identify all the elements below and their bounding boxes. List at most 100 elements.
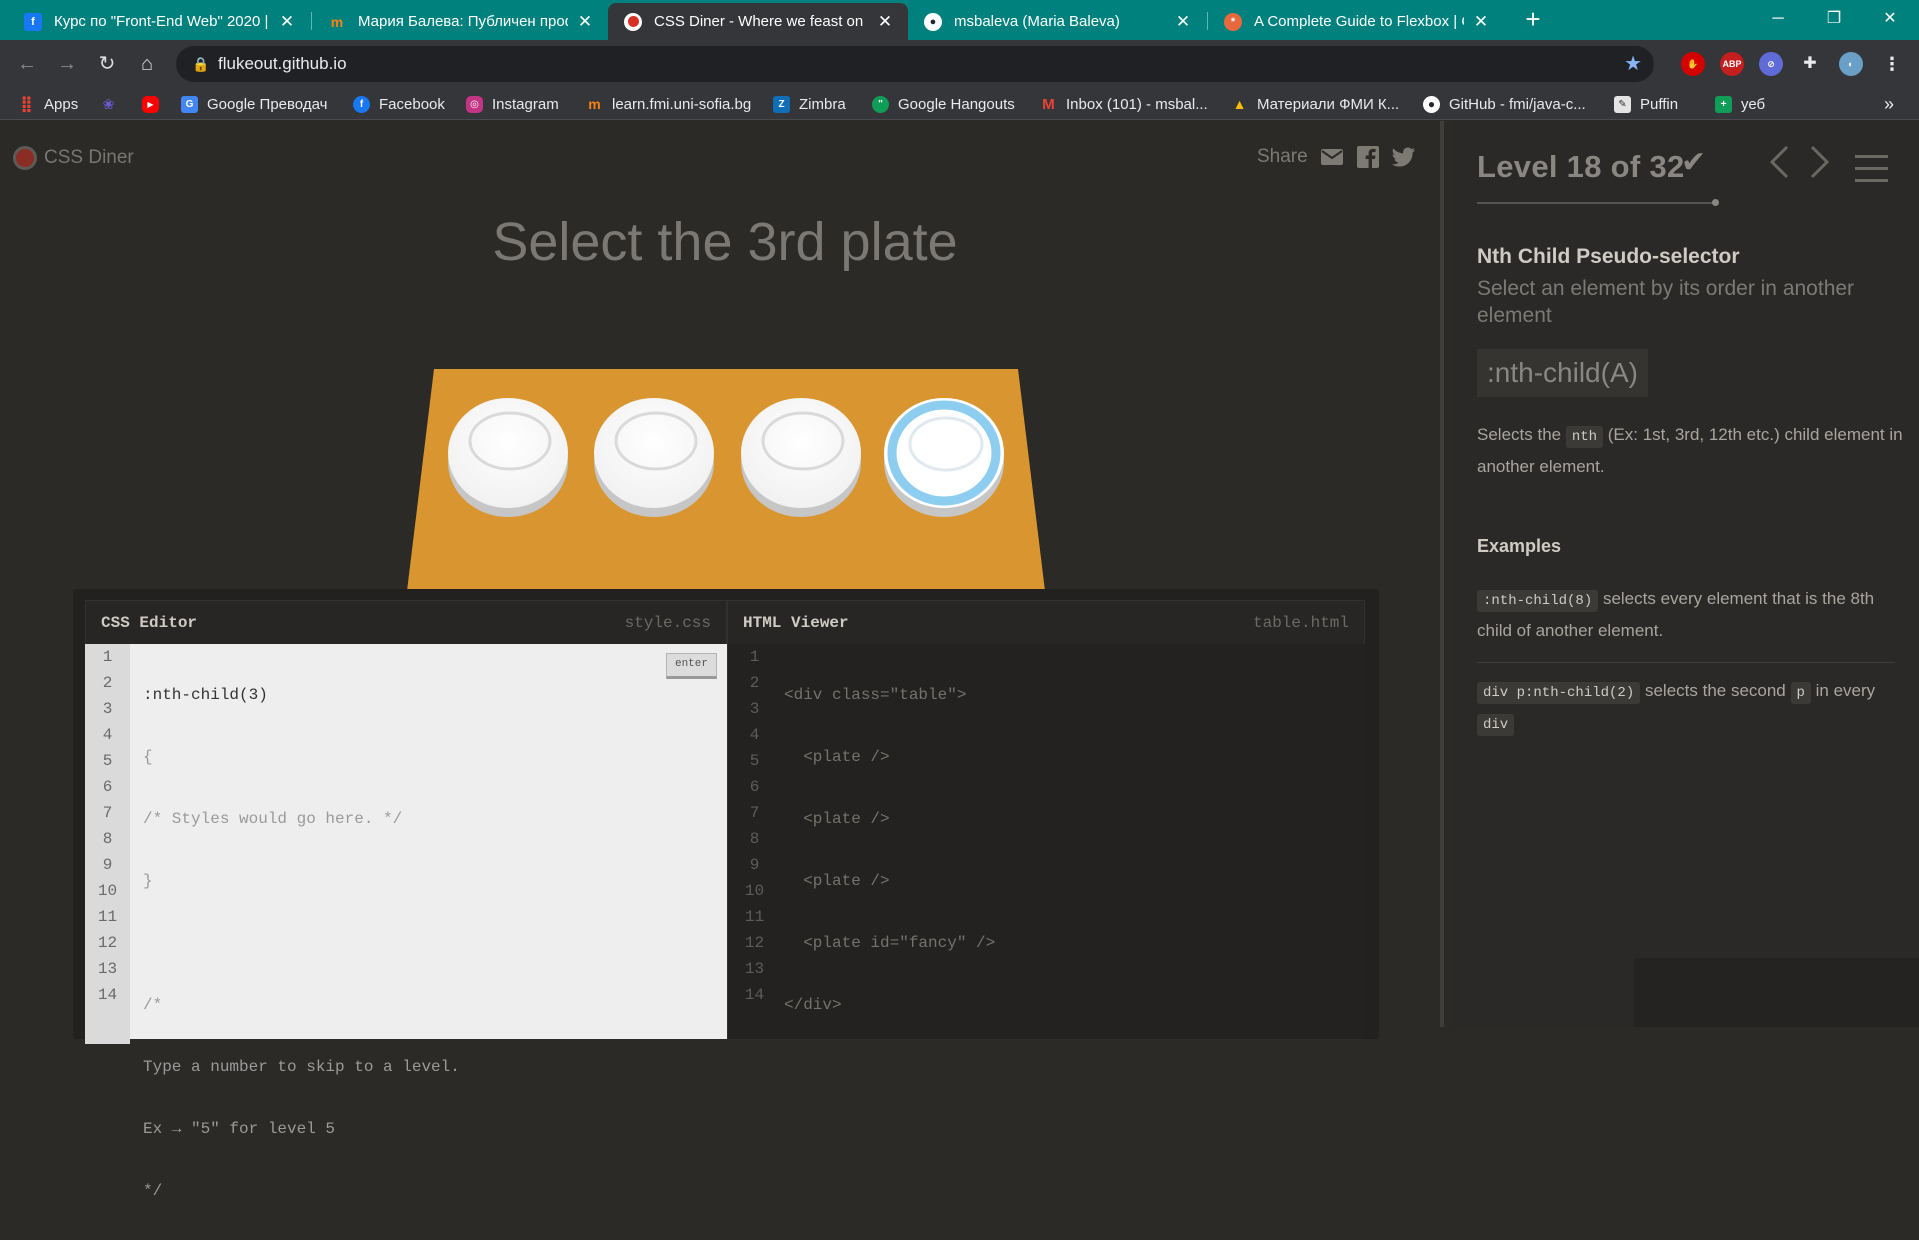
- forward-icon[interactable]: →: [52, 49, 82, 79]
- bookmark-google-translate[interactable]: G Google Преводач: [181, 88, 327, 120]
- bookmark-label: Материали ФМИ К...: [1257, 95, 1400, 113]
- selector-description: Selects the nth (Ex: 1st, 3rd, 12th etc.…: [1477, 425, 1903, 476]
- example-2: div p:nth-child(2) selects the second p …: [1477, 676, 1907, 740]
- css-diner-logo[interactable]: CSS Diner: [13, 146, 134, 170]
- bookmark-inbox[interactable]: M Inbox (101) - msbal...: [1040, 88, 1208, 120]
- bookmark-instagram[interactable]: ◎ Instagram: [466, 88, 559, 120]
- puffin-icon: ✎: [1614, 95, 1631, 113]
- browser-tab-3-active[interactable]: CSS Diner - Where we feast on C ✕: [608, 3, 908, 40]
- css-file-name: style.css: [624, 614, 711, 632]
- bookmark-hangouts[interactable]: " Google Hangouts: [872, 88, 1015, 120]
- close-icon[interactable]: ✕: [576, 12, 594, 32]
- examples-heading: Examples: [1477, 536, 1562, 556]
- css-editor-title: CSS Editor: [101, 614, 198, 632]
- zimbra-icon: Z: [773, 95, 790, 113]
- bookmark-web[interactable]: + уеб: [1715, 88, 1765, 120]
- google-drive-icon: ▲: [1232, 96, 1247, 112]
- close-icon[interactable]: ✕: [1174, 12, 1192, 32]
- bookmark-zimbra[interactable]: Z Zimbra: [773, 88, 846, 120]
- restore-button[interactable]: ❐: [1806, 0, 1862, 40]
- browser-tab-2[interactable]: m Мария Балева: Публичен проф ✕: [312, 3, 608, 40]
- css-diner-logo-icon: [13, 146, 37, 170]
- profile-avatar[interactable]: ◐: [1839, 52, 1863, 76]
- html-line[interactable]: </div>: [784, 992, 995, 1018]
- address-bar[interactable]: 🔒 flukeout.github.io ★: [176, 46, 1654, 82]
- html-line-plate-1[interactable]: <plate />: [784, 744, 995, 770]
- html-line-plate-2[interactable]: <plate />: [784, 806, 995, 832]
- bookmark-github[interactable]: ● GitHub - fmi/java-c...: [1423, 88, 1586, 120]
- code-token: p: [1790, 682, 1811, 704]
- help-popup-edge: [1634, 958, 1919, 1027]
- hangouts-icon: ": [872, 95, 889, 113]
- menu-kebab-icon[interactable]: ⋮: [1880, 52, 1904, 76]
- browser-tab-5[interactable]: * A Complete Guide to Flexbox | C ✕: [1208, 3, 1504, 40]
- browser-tab-1[interactable]: f Курс по "Front-End Web" 2020 | ✕: [8, 3, 310, 40]
- close-icon[interactable]: ✕: [278, 12, 296, 32]
- code-token: :nth-child(8): [1477, 590, 1599, 612]
- back-icon[interactable]: ←: [12, 49, 42, 79]
- extensions-icon[interactable]: ✚: [1798, 52, 1822, 76]
- google-translate-icon: G: [181, 95, 198, 113]
- selector-title: Nth Child Pseudo-selector: [1477, 245, 1740, 268]
- logo-text: CSS Diner: [44, 147, 134, 168]
- level-sidebar: Level 18 of 32 ✔ Nth Child Pseudo-select…: [1451, 121, 1919, 1027]
- bookmark-youtube[interactable]: ▶: [142, 88, 168, 120]
- bookmark-label: Inbox (101) - msbal...: [1066, 95, 1208, 113]
- abp-icon[interactable]: ABP: [1720, 52, 1744, 76]
- close-window-button[interactable]: ✕: [1862, 0, 1918, 40]
- bookmark-learn-fmi[interactable]: m learn.fmi.uni-sofia.bg: [586, 88, 751, 120]
- tab-title: Мария Балева: Публичен проф: [358, 13, 568, 30]
- html-viewer-title: HTML Viewer: [743, 614, 849, 632]
- email-icon[interactable]: [1320, 145, 1344, 169]
- new-tab-button[interactable]: +: [1517, 4, 1549, 36]
- plate-fancy: [884, 398, 1004, 517]
- html-line-plate-3[interactable]: <plate />: [784, 868, 995, 894]
- more-bookmarks-button[interactable]: »: [1884, 88, 1894, 120]
- facebook-icon[interactable]: [1356, 145, 1380, 169]
- html-line[interactable]: <div class="table">: [784, 682, 995, 708]
- github-icon: ●: [924, 12, 942, 31]
- moodle-icon: m: [588, 96, 601, 112]
- previous-level-button[interactable]: [1769, 145, 1789, 188]
- apps-icon: ⣿: [20, 96, 33, 113]
- home-icon[interactable]: ⌂: [132, 49, 162, 79]
- enter-button[interactable]: enter: [666, 653, 717, 679]
- bookmark-label: Instagram: [492, 95, 559, 113]
- bookmark-star-icon[interactable]: ★: [1624, 46, 1642, 82]
- tab-title: msbaleva (Maria Baleva): [954, 13, 1120, 30]
- gmail-icon: M: [1042, 95, 1055, 113]
- browser-tab-4[interactable]: ● msbaleva (Maria Baleva) ✕: [908, 3, 1206, 40]
- reload-icon[interactable]: ↻: [92, 49, 122, 79]
- panel-divider[interactable]: [1440, 121, 1444, 1027]
- selector-subtitle: Select an element by its order in anothe…: [1477, 277, 1855, 327]
- level-progress-bar: [1477, 202, 1716, 204]
- bookmarks-bar: ⣿ Apps ❀ ▶ G Google Преводач f Facebook …: [0, 88, 1919, 120]
- bookmark-materials[interactable]: ▲ Материали ФМИ К...: [1231, 88, 1400, 120]
- level-menu-icon[interactable]: [1855, 155, 1888, 191]
- adblock-icon[interactable]: ✋: [1681, 52, 1705, 76]
- bookmark-label: learn.fmi.uni-sofia.bg: [612, 95, 752, 113]
- privacy-extension-icon[interactable]: ⊘: [1759, 52, 1783, 76]
- bookmark-facebook[interactable]: f Facebook: [353, 88, 445, 120]
- level-progress-marker: [1712, 199, 1719, 206]
- html-code[interactable]: <div class="table"> <plate /> <plate /> …: [784, 646, 995, 1054]
- close-icon[interactable]: ✕: [1472, 12, 1490, 32]
- twitter-icon[interactable]: [1391, 145, 1416, 169]
- bookmark-apps[interactable]: ⣿ Apps: [18, 88, 78, 120]
- bookmark-label: Apps: [44, 95, 79, 113]
- css-editor-header: CSS Editor style.css: [85, 600, 727, 644]
- minimize-button[interactable]: ─: [1750, 0, 1806, 40]
- browser-toolbar: ← → ↻ ⌂ 🔒 flukeout.github.io ★ ✋ ABP ⊘ ✚…: [0, 40, 1919, 88]
- bookmark-label: Facebook: [379, 95, 445, 113]
- bookmark-puffin[interactable]: ✎ Puffin: [1614, 88, 1678, 120]
- level-indicator: Level 18 of 32: [1477, 149, 1685, 184]
- css-code[interactable]: :nth-child(3) { /* Styles would go here.…: [143, 646, 460, 1240]
- close-icon[interactable]: ✕: [876, 12, 894, 32]
- youtube-icon: ▶: [142, 95, 159, 113]
- html-line-plate-fancy[interactable]: <plate id="fancy" />: [784, 930, 995, 956]
- css-input-line[interactable]: :nth-child(3): [143, 682, 460, 708]
- bookmark-link[interactable]: ❀: [100, 88, 126, 120]
- bookmark-label: Zimbra: [799, 95, 846, 113]
- next-level-button[interactable]: [1810, 145, 1830, 188]
- facebook-icon: f: [353, 95, 370, 113]
